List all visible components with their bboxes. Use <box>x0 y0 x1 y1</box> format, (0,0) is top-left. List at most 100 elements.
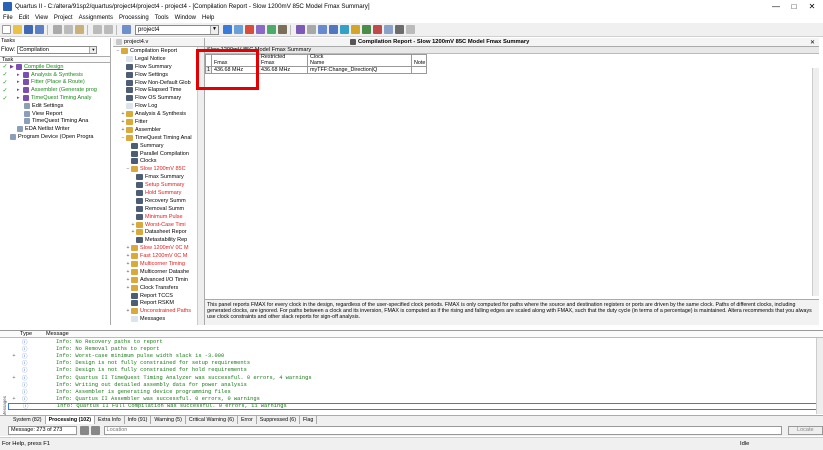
restricted-fmax-cell[interactable]: 436.68 MHz <box>258 66 308 75</box>
report-tree-item[interactable]: Summary <box>113 142 204 150</box>
task-item[interactable]: Edit Settings <box>0 102 110 110</box>
programmer-icon[interactable] <box>373 25 382 34</box>
report-tree-item[interactable]: Setup Summary <box>113 181 204 189</box>
report-tree-item[interactable]: Flow Non-Default Glob <box>113 79 204 87</box>
message-row[interactable]: ⓘ Info: Design is not fully constrained f… <box>8 360 823 367</box>
task-item[interactable]: ✓ ▸ Analysis & Synthesis <box>0 71 110 79</box>
column-header-note[interactable]: Note <box>411 53 427 68</box>
help-icon[interactable] <box>406 25 415 34</box>
message-row[interactable]: ⓘ Info: Quartus II Full Compilation was s… <box>8 402 823 410</box>
report-scrollbar[interactable] <box>812 68 819 296</box>
arrow-down-icon[interactable] <box>90 425 100 435</box>
report-tree-item[interactable]: Report RSKM <box>113 300 204 308</box>
report-tree-item[interactable]: Clocks <box>113 157 204 165</box>
maximize-button[interactable]: □ <box>785 0 803 12</box>
pin-planner-icon[interactable] <box>245 25 254 34</box>
tree-expander-icon[interactable]: + <box>8 375 20 381</box>
close-tab-icon[interactable]: ✕ <box>810 39 815 46</box>
sopc-icon[interactable] <box>395 25 404 34</box>
report-tree-item[interactable]: Flow OS Summary <box>113 94 204 102</box>
tree-expander-icon[interactable]: + <box>8 353 20 359</box>
message-row[interactable]: + ⓘ Info: Worst-case minimum pulse width s… <box>8 352 823 360</box>
message-tab[interactable]: Flag <box>300 416 318 424</box>
message-row[interactable]: ⓘ Info: No Removal paths to report <box>8 345 823 353</box>
report-tree-item[interactable]: Legal Notice <box>113 55 204 63</box>
chevron-down-icon[interactable]: ▼ <box>210 25 218 34</box>
menu-item-help[interactable]: Help <box>202 15 214 21</box>
menu-item-file[interactable]: File <box>3 15 13 21</box>
close-button[interactable]: ✕ <box>803 0 821 12</box>
report-tree-item[interactable]: + Analysis & Synthesis <box>113 110 204 118</box>
report-tree-item[interactable]: − Slow 1200mV 85C <box>113 165 204 173</box>
report-tree-item[interactable]: Minimum Pulse <box>113 213 204 221</box>
settings-icon[interactable] <box>234 25 243 34</box>
clock-name-cell[interactable]: myTFF:Change_Direction|Q <box>307 66 412 75</box>
minimize-button[interactable]: — <box>767 0 785 12</box>
report-tree-item[interactable]: − TimeQuest Timing Anal <box>113 134 204 142</box>
report-tree-item[interactable]: + Unconstrained Paths <box>113 307 204 315</box>
timing-icon[interactable] <box>329 25 338 34</box>
locate-button[interactable]: Locate <box>787 425 823 435</box>
report-tree-item[interactable]: + Assembler <box>113 126 204 134</box>
report-tree-item[interactable]: − Compilation Report <box>113 47 204 55</box>
report-tree-item[interactable]: Flow Log <box>113 102 204 110</box>
report-tree-item[interactable]: + Multicorner Datashe <box>113 268 204 276</box>
stop-icon[interactable] <box>307 25 316 34</box>
message-tab[interactable]: Warning (5) <box>151 416 186 424</box>
message-row[interactable]: ⓘ Info: Writing out detailed assembly dat… <box>8 381 823 389</box>
arrow-up-icon[interactable] <box>79 425 89 435</box>
report-tree-item[interactable]: + Advanced I/O Timin <box>113 276 204 284</box>
message-row[interactable]: ⓘ Info: No Recovery paths to report <box>8 338 823 346</box>
paste-icon[interactable] <box>75 25 84 34</box>
report-tree-item[interactable]: Parallel Compilation <box>113 150 204 158</box>
menu-item-edit[interactable]: Edit <box>19 15 29 21</box>
netlist-viewer-icon[interactable] <box>267 25 276 34</box>
task-item[interactable]: ✓ ▶ Compile Design <box>0 63 110 71</box>
report-tree-item[interactable]: Metastability Rep <box>113 236 204 244</box>
menu-item-assignments[interactable]: Assignments <box>79 15 113 21</box>
note-cell[interactable] <box>411 66 427 75</box>
column-header-restricted-fmax[interactable]: Restricted Fmax <box>258 53 308 68</box>
location-field[interactable]: Location <box>103 425 782 435</box>
message-tab[interactable]: System (82) <box>10 416 46 424</box>
report-tree-item[interactable]: Recovery Summ <box>113 197 204 205</box>
message-tab[interactable]: Processing (102) <box>45 416 95 424</box>
report-icon[interactable] <box>351 25 360 34</box>
report-tree-item[interactable]: Removal Summ <box>113 205 204 213</box>
project-selector[interactable]: project4 ▼ <box>135 24 219 35</box>
message-tab[interactable]: Extra Info <box>95 416 125 424</box>
project-navigator-icon[interactable] <box>223 25 232 34</box>
save-icon[interactable] <box>24 25 33 34</box>
task-item[interactable]: EDA Netlist Writer <box>0 125 110 133</box>
tree-expander-icon[interactable]: + <box>8 396 20 402</box>
copy-icon[interactable] <box>64 25 73 34</box>
message-row[interactable]: + ⓘ Info: Quartus II TimeQuest Timing Anal… <box>8 374 823 382</box>
message-tab[interactable]: Suppressed (6) <box>257 416 300 424</box>
chip-planner-icon[interactable] <box>256 25 265 34</box>
report-tree-item[interactable]: + Fast 1200mV 0C M <box>113 252 204 260</box>
task-item[interactable]: View Report <box>0 110 110 118</box>
column-header-clock-name[interactable]: Clock Name <box>307 53 412 68</box>
message-row[interactable]: ⓘ Info: Design is not fully constrained f… <box>8 367 823 374</box>
task-item[interactable]: ✓ ▸ Fitter (Place & Route) <box>0 79 110 87</box>
analysis-icon[interactable] <box>318 25 327 34</box>
menu-item-window[interactable]: Window <box>175 15 196 21</box>
task-item[interactable]: TimeQuest Timing Ana <box>0 118 110 126</box>
undo-icon[interactable] <box>93 25 102 34</box>
new-file-icon[interactable] <box>2 25 11 34</box>
menu-item-project[interactable]: Project <box>54 15 73 21</box>
report-tree-item[interactable]: + Worst-Case Timi <box>113 221 204 229</box>
message-tab[interactable]: Info (91) <box>125 416 152 424</box>
message-tab[interactable]: Error <box>238 416 257 424</box>
task-item[interactable]: Program Device (Open Progra <box>0 133 110 141</box>
menu-item-view[interactable]: View <box>35 15 48 21</box>
message-row[interactable]: ⓘ Info: Assembler is generating device pr… <box>8 388 823 396</box>
report-tree-item[interactable]: Flow Settings <box>113 71 204 79</box>
message-tab[interactable]: Critical Warning (6) <box>186 416 238 424</box>
report-tree-item[interactable]: + Slow 1200mV 0C M <box>113 244 204 252</box>
cut-icon[interactable] <box>53 25 62 34</box>
report-tree-item[interactable]: Fmax Summary <box>113 173 204 181</box>
flow-select[interactable]: Compilation ▼ <box>17 45 98 54</box>
task-item[interactable]: ✓ ▸ Assembler (Generate prog <box>0 86 110 94</box>
report-tree-item[interactable]: Flow Summary <box>113 63 204 71</box>
